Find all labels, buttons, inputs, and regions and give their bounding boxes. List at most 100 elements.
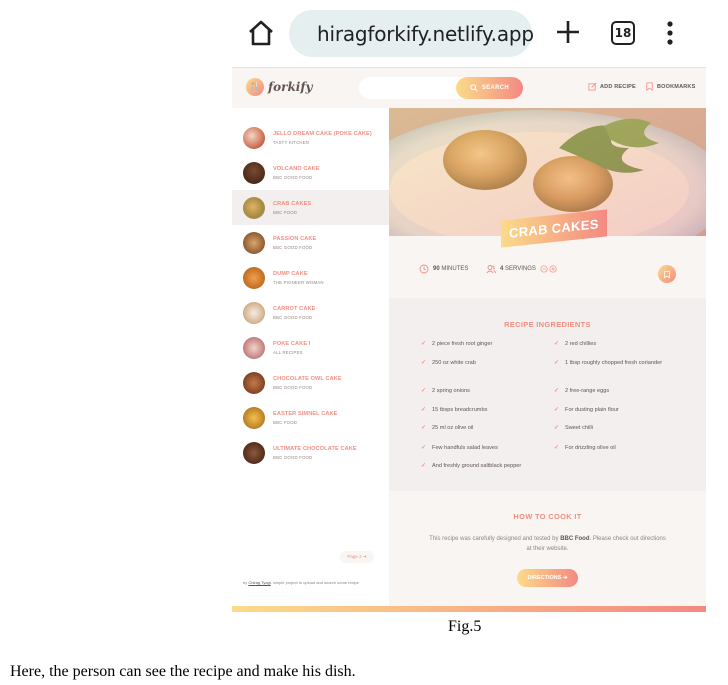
result-item[interactable]: JELLO DREAM CAKE (POKE CAKE) TASTY KITCHE… [232, 120, 389, 155]
result-item[interactable]: CARROT CAKE BBC GOOD FOOD [232, 295, 389, 330]
result-title: CRAB CAKES [273, 200, 312, 207]
bookmarks-button[interactable]: BOOKMARKS [645, 82, 695, 91]
ingredient-item: ✓ 2 spring onions [421, 387, 541, 395]
ingredient-text: 2 red chillies [565, 341, 597, 347]
copyright: by Chirag Tyagi. simple project to uploa… [243, 579, 378, 586]
recipe-panel: CRAB CAKES 90 MINUTES 4 SERVINGS RECIPE … [389, 108, 706, 612]
ingredient-text: 15 tbsps breadcrumbs [432, 407, 488, 413]
result-publisher: BBC GOOD FOOD [273, 454, 313, 460]
result-item[interactable]: CHOCOLATE OWL CAKE BBC GOOD FOOD [232, 365, 389, 400]
check-icon: ✓ [421, 388, 427, 394]
bookmarks-label: BOOKMARKS [657, 83, 696, 90]
ingredient-text: For drizzling olive oil [565, 445, 616, 451]
recipe-thumbnail [243, 161, 265, 184]
ingredient-item: ✓ 2 free-range eggs [554, 387, 679, 395]
recipe-thumbnail [243, 371, 265, 394]
home-icon[interactable] [246, 18, 276, 48]
ingredient-text: 1 tbsp roughly chopped fresh coriander [565, 360, 663, 366]
recipe-thumbnail [243, 126, 265, 149]
add-recipe-button[interactable]: ADD RECIPE [588, 82, 636, 91]
ingredient-item: ✓ 1 tbsp roughly chopped fresh coriander [554, 359, 679, 367]
ingredient-text: And freshly ground saltblack pepper [432, 463, 522, 469]
bottom-gradient-bar [232, 606, 706, 612]
check-icon: ✓ [421, 407, 427, 413]
check-icon: ✓ [554, 425, 560, 431]
ingredient-item: ✓ 2 piece fresh root ginger [421, 340, 541, 348]
check-icon: ✓ [421, 445, 427, 451]
fork-icon: 🍴 [246, 78, 264, 96]
check-icon: ✓ [421, 341, 427, 347]
search-button[interactable]: SEARCH [456, 77, 523, 99]
result-title: JELLO DREAM CAKE (POKE CAKE) [273, 130, 372, 137]
recipe-thumbnail [243, 336, 265, 359]
ingredient-text: Few handfuls salad leaves [432, 445, 498, 451]
result-item[interactable]: POKE CAKE I ALL RECIPES [232, 330, 389, 365]
result-item[interactable]: EASTER SIMNEL CAKE BBC FOOD [232, 400, 389, 435]
directions-button[interactable]: DIRECTIONS ➔ [517, 569, 578, 587]
next-page-button[interactable]: Page 2 ➔ [340, 551, 374, 563]
recipe-thumbnail [243, 196, 265, 219]
result-publisher: BBC GOOD FOOD [273, 314, 313, 320]
more-options-icon[interactable] [665, 20, 675, 46]
servings-label: SERVINGS [505, 266, 536, 272]
servings-info: 4 SERVINGS [486, 264, 557, 274]
ingredient-text: 250 oz white crab [432, 360, 476, 366]
result-title: EASTER SIMNEL CAKE [273, 410, 338, 417]
result-publisher: BBC GOOD FOOD [273, 174, 313, 180]
author-link[interactable]: Chirag Tyagi [248, 580, 270, 585]
result-item[interactable]: ULTIMATE CHOCOLATE CAKE BBC GOOD FOOD [232, 435, 389, 470]
result-publisher: THE PIONEER WOMAN [273, 279, 324, 285]
ingredient-text: 25 ml oz olive oil [432, 425, 474, 431]
recipe-thumbnail [243, 441, 265, 464]
result-publisher: BBC FOOD [273, 419, 298, 425]
search-results: JELLO DREAM CAKE (POKE CAKE) TASTY KITCHE… [232, 108, 389, 612]
logo-text: forkify [268, 80, 313, 94]
edit-icon [588, 82, 597, 91]
url-text: hiragforkify.netlify.app [317, 21, 534, 46]
ingredient-text: For dusting plain flour [565, 407, 619, 413]
bookmark-recipe-button[interactable] [658, 265, 676, 283]
cook-publisher: BBC Food [560, 536, 590, 542]
ingredient-item: ✓ 250 oz white crab [421, 359, 541, 367]
ingredient-item: ✓ And freshly ground saltblack pepper [421, 462, 551, 470]
recipe-thumbnail [243, 301, 265, 324]
add-recipe-label: ADD RECIPE [600, 83, 636, 90]
ingredient-item: ✓ Sweet chilli [554, 424, 679, 432]
minutes-value: 90 [433, 266, 440, 272]
minutes-label: MINUTES [441, 266, 469, 272]
ingredient-text: 2 piece fresh root ginger [432, 341, 493, 347]
result-publisher: TASTY KITCHEN [273, 139, 310, 145]
check-icon: ✓ [554, 388, 560, 394]
cook-description: This recipe was carefully designed and t… [429, 534, 666, 554]
plus-circle-icon[interactable] [549, 265, 557, 273]
bookmark-icon [646, 82, 653, 91]
ingredients-section: RECIPE INGREDIENTS ✓ 2 piece fresh root g… [389, 298, 706, 491]
check-icon: ✓ [421, 463, 427, 469]
search-button-label: SEARCH [481, 85, 510, 91]
new-tab-icon[interactable] [555, 19, 581, 45]
result-publisher: ALL RECIPES [273, 349, 303, 355]
ingredient-text: 2 free-range eggs [565, 388, 610, 394]
ingredients-heading: RECIPE INGREDIENTS [504, 320, 591, 329]
app-header: 🍴 forkify SEARCH ADD RECIPE BOOKMARKS [232, 68, 706, 108]
tab-switcher-button[interactable]: 18 [611, 21, 635, 45]
result-publisher: BBC GOOD FOOD [273, 244, 313, 250]
clock-icon [419, 264, 429, 274]
result-publisher: BBC FOOD [273, 209, 298, 215]
result-item-selected[interactable]: CRAB CAKES BBC FOOD [232, 190, 389, 225]
copyright-suffix: . simple project to upload and search so… [270, 580, 360, 585]
result-item[interactable]: VOLCANO CAKE BBC GOOD FOOD [232, 155, 389, 190]
ingredient-text: 2 spring onions [432, 388, 470, 394]
check-icon: ✓ [554, 360, 560, 366]
result-title: POKE CAKE I [273, 340, 311, 347]
minus-circle-icon[interactable] [540, 265, 548, 273]
result-item[interactable]: DUMP CAKE THE PIONEER WOMAN [232, 260, 389, 295]
result-item[interactable]: PASSION CAKE BBC GOOD FOOD [232, 225, 389, 260]
cooking-time: 90 MINUTES [419, 264, 468, 274]
servings-value: 4 [500, 266, 504, 272]
logo[interactable]: 🍴 forkify [246, 78, 313, 96]
check-icon: ✓ [554, 445, 560, 451]
users-icon [486, 265, 496, 274]
result-publisher: BBC GOOD FOOD [273, 384, 313, 390]
address-bar[interactable]: hiragforkify.netlify.app [289, 10, 534, 57]
